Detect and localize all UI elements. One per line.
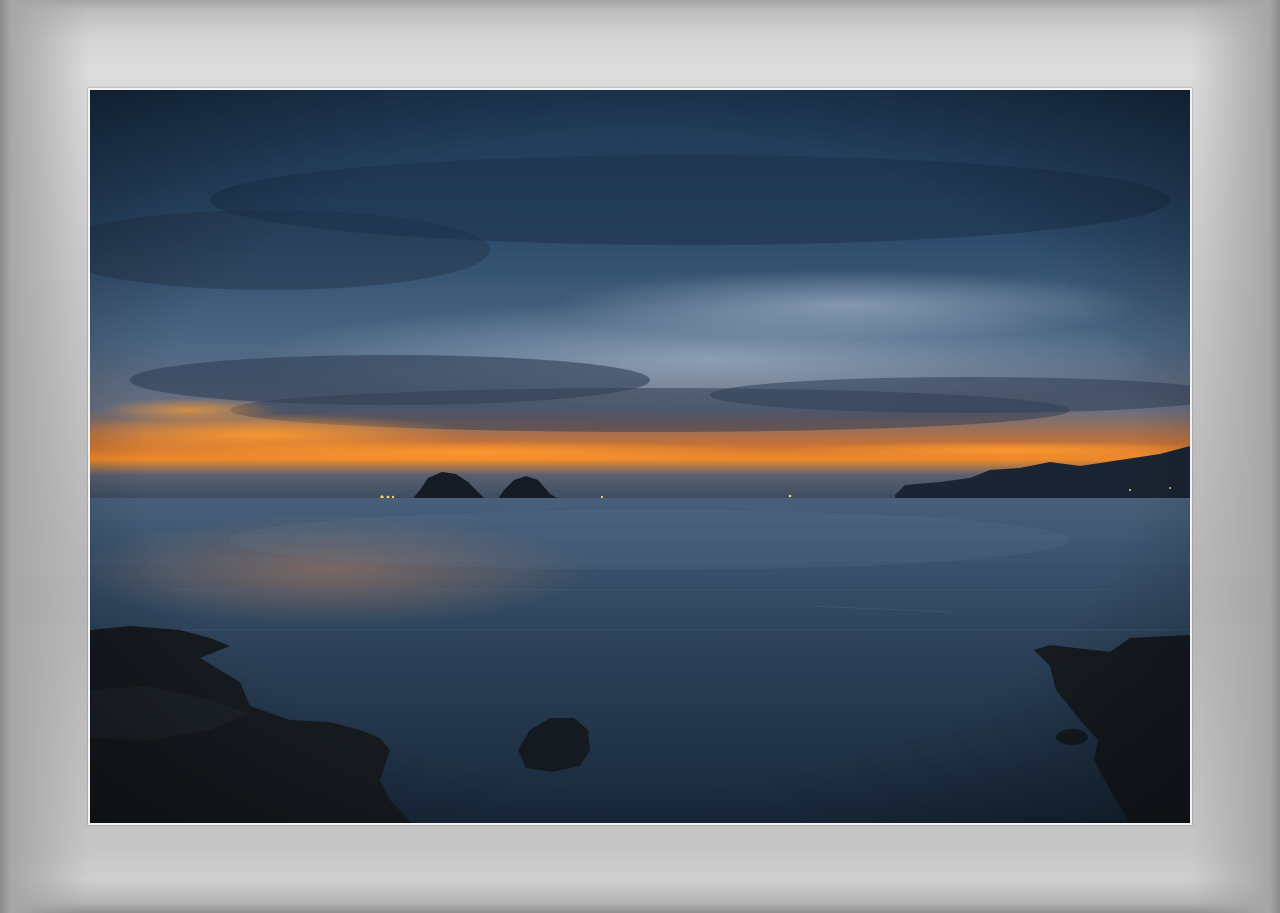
mat-shading-right <box>1190 0 1280 913</box>
seascape-photo <box>90 90 1190 823</box>
photo-frame <box>88 88 1192 825</box>
mat-shading-left <box>0 0 90 913</box>
picture-mat <box>0 0 1280 913</box>
